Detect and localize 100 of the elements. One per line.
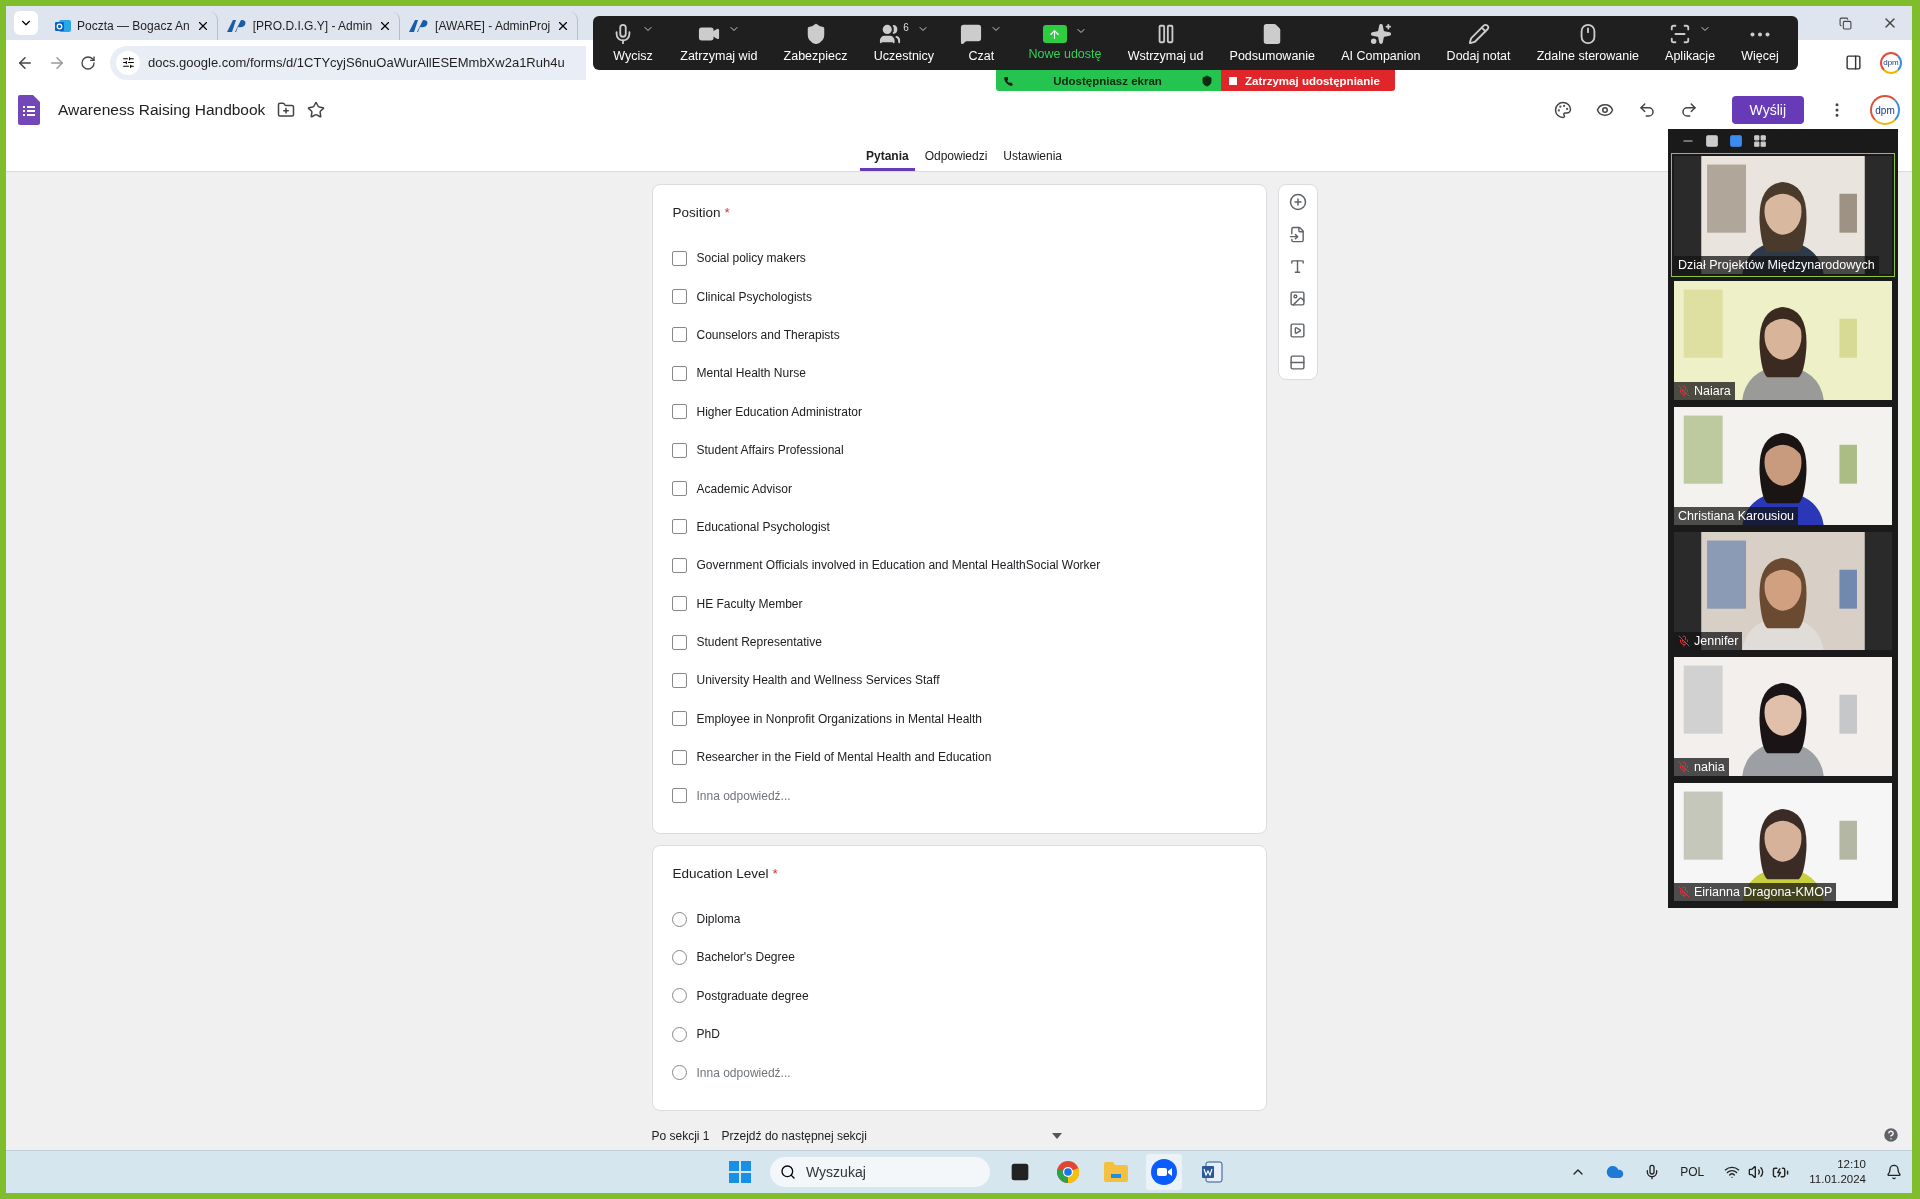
toolbar-button[interactable]: Czat [956, 23, 1007, 63]
checkbox[interactable] [671, 327, 687, 343]
reload-icon[interactable] [80, 54, 96, 71]
checkbox[interactable] [671, 365, 687, 381]
tab-list-button[interactable] [14, 11, 38, 35]
option-label: HE Faculty Member [696, 596, 803, 611]
video-app-icon [1151, 1159, 1177, 1185]
option-label: Government Officials involved in Education and Mental HealthSocial Worker [696, 558, 1101, 573]
toolbar-button[interactable]: Więcej [1737, 23, 1783, 63]
caret-icon [1051, 1132, 1062, 1139]
checkbox[interactable] [671, 749, 687, 765]
url-text: docs.google.com/forms/d/1CTYcyjS6nuOaWurAllESEMmbXw2a1Ruh4u [148, 55, 565, 70]
participant-name: Naiara [1694, 383, 1731, 398]
strip-view-button[interactable] [1729, 134, 1743, 148]
checkbox[interactable] [671, 404, 687, 420]
toolbar-button[interactable]: 6 Uczestnicy [869, 23, 939, 63]
profile-avatar[interactable]: dpm [1880, 51, 1902, 74]
more-icon [1750, 32, 1771, 37]
radio-button[interactable] [671, 1065, 687, 1081]
single-view-button[interactable] [1705, 134, 1719, 148]
search-bar[interactable]: Wyszukaj [770, 1157, 990, 1187]
checkbox[interactable] [671, 557, 687, 573]
toolbar-button[interactable]: Wstrzymaj ud [1123, 23, 1208, 63]
stop-sharing-button[interactable]: Zatrzymaj udostępnianie [1221, 70, 1395, 91]
radio-button[interactable] [671, 1026, 687, 1042]
toolbar-button[interactable]: AI Companion [1337, 23, 1425, 63]
participant-name: Jennifer [1694, 634, 1739, 649]
video-app-button[interactable] [1146, 1154, 1182, 1190]
option-label: Student Representative [696, 635, 822, 650]
sharing-banner: Udostępniasz ekran [996, 70, 1221, 91]
forms-logo-icon [18, 95, 40, 125]
notifications-icon[interactable] [1886, 1164, 1902, 1180]
strip-view-icon [1729, 134, 1743, 148]
single-view-icon [1705, 134, 1719, 148]
undo-icon[interactable] [1637, 101, 1656, 119]
star-icon[interactable] [307, 101, 326, 119]
option-label: Academic Advisor [696, 481, 792, 496]
option-label: Bachelor's Degree [696, 950, 795, 965]
toolbar-button[interactable]: Aplikacje [1661, 23, 1720, 63]
toolbar-button[interactable]: Zabezpiecz [779, 23, 852, 63]
logo-icon [226, 19, 247, 33]
toolbar-button[interactable]: Podsumowanie [1225, 23, 1319, 63]
required-mark: * [772, 865, 778, 883]
clock[interactable]: 12:10 11.01.2024 [1809, 1157, 1866, 1187]
form-tab[interactable]: Odpowiedzi [918, 135, 994, 171]
folder-plus-icon[interactable] [277, 101, 296, 119]
checkbox[interactable] [671, 519, 687, 535]
option-label: Mental Health Nurse [696, 366, 806, 381]
form-tab[interactable]: Ustawienia [997, 135, 1069, 171]
address-bar[interactable]: docs.google.com/forms/d/1CTYcyjS6nuOaWurAllESEMmbXw2a1Ruh4u [110, 45, 586, 80]
checkbox[interactable] [671, 634, 687, 650]
text-icon [1289, 257, 1306, 275]
language-indicator[interactable]: POL [1680, 1165, 1705, 1179]
account-avatar[interactable]: dpm [1870, 95, 1900, 125]
preview-icon[interactable] [1595, 101, 1614, 119]
participant-name: Eirianna Dragona-KMOP [1694, 885, 1833, 900]
checkbox[interactable] [671, 289, 687, 305]
toolbar-button[interactable]: Wycisz [608, 23, 659, 63]
browser-icon [1056, 1160, 1080, 1184]
section-dropdown[interactable]: Przejdź do następnej sekcji [721, 1128, 1062, 1143]
option-label: PhD [696, 1027, 720, 1042]
grid-view-button[interactable] [1753, 134, 1767, 148]
restore-window-icon[interactable] [1839, 16, 1852, 30]
checkbox[interactable] [671, 442, 687, 458]
radio-button[interactable] [671, 988, 687, 1004]
cloud-icon[interactable] [1606, 1163, 1625, 1181]
checkbox[interactable] [671, 250, 687, 266]
option-label: Clinical Psychologists [696, 289, 812, 304]
question-title: Education Level [672, 865, 769, 883]
checkbox[interactable] [671, 788, 687, 804]
shield-icon [1201, 74, 1213, 87]
phone-icon [1004, 75, 1014, 86]
option-label: Inna odpowiedź... [696, 788, 791, 803]
toolbar-button[interactable]: Nowe udostę [1024, 25, 1106, 61]
checkbox[interactable] [671, 711, 687, 727]
apps-icon [1669, 23, 1692, 45]
folder-icon [1104, 1162, 1128, 1182]
volume-icon[interactable] [1748, 1163, 1765, 1180]
video-icon [1289, 321, 1306, 339]
checkbox[interactable] [671, 596, 687, 612]
toolbar-button[interactable]: Zdalne sterowanie [1532, 23, 1643, 63]
side-panel-icon[interactable] [1845, 54, 1862, 71]
checkbox[interactable] [671, 673, 687, 688]
redo-icon[interactable] [1679, 101, 1698, 119]
toolbar-button[interactable]: Zatrzymaj wid [676, 23, 762, 63]
help-button[interactable] [1882, 1126, 1900, 1144]
search-input[interactable]: Wyszukaj [804, 1163, 904, 1181]
radio-button[interactable] [671, 949, 687, 965]
toolbar-button[interactable]: Dodaj notat [1442, 23, 1515, 63]
plus-circle-icon [1288, 193, 1307, 211]
section-label: Po sekcji 1 [651, 1128, 710, 1143]
option-label: Educational Psychologist [696, 519, 830, 534]
palette-icon[interactable] [1553, 101, 1572, 119]
radio-button[interactable] [671, 911, 687, 927]
site-info-icon[interactable] [116, 50, 140, 75]
send-button[interactable]: Wyślij [1731, 96, 1804, 124]
participant-count: 6 [903, 23, 909, 33]
participants-icon [879, 23, 902, 45]
share-screen-icon [1043, 25, 1067, 43]
checkbox[interactable] [671, 481, 687, 497]
